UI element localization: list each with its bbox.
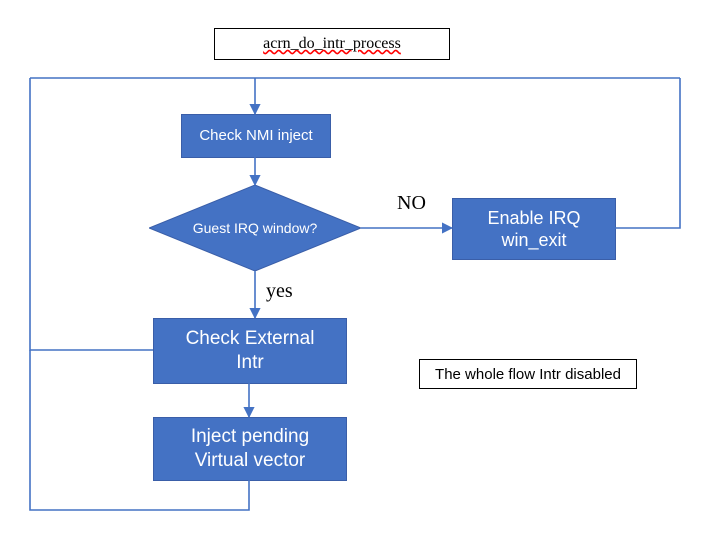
node-label: Enable IRQ win_exit xyxy=(487,207,580,252)
title-text: acrn_do_intr_process xyxy=(263,35,401,53)
node-label: Check NMI inject xyxy=(199,127,312,146)
node-inject-pending: Inject pending Virtual vector xyxy=(153,417,347,481)
note-box: The whole flow Intr disabled xyxy=(419,359,637,389)
node-label: Check External Intr xyxy=(186,327,315,375)
node-guest-irq-decision: Guest IRQ window? xyxy=(149,185,361,271)
edge-label-no-text: NO xyxy=(397,192,426,214)
node-check-external: Check External Intr xyxy=(153,318,347,384)
node-check-nmi: Check NMI inject xyxy=(181,114,331,158)
edge-label-yes: yes xyxy=(266,280,293,303)
note-text: The whole flow Intr disabled xyxy=(435,366,621,383)
edge-label-yes-text: yes xyxy=(266,280,293,302)
node-label: Inject pending Virtual vector xyxy=(191,425,309,473)
title-box: acrn_do_intr_process xyxy=(214,28,450,60)
flow-connectors xyxy=(0,0,715,545)
edge-label-no: NO xyxy=(397,192,426,215)
node-enable-irq: Enable IRQ win_exit xyxy=(452,198,616,260)
